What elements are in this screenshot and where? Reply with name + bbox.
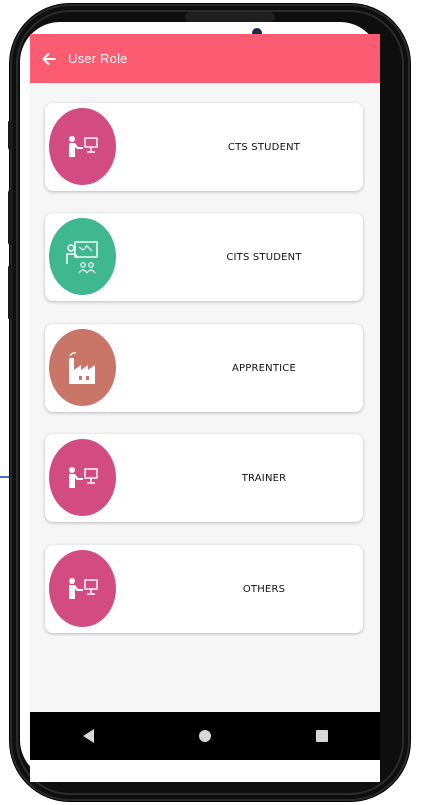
presenter-computer-icon xyxy=(49,550,116,627)
role-card-others[interactable]: OTHERS xyxy=(45,545,363,633)
presenter-computer-icon xyxy=(49,439,116,516)
presenter-computer-icon xyxy=(49,108,116,185)
side-button xyxy=(8,190,13,245)
role-label: OTHERS xyxy=(242,583,286,595)
role-label: APPRENTICE xyxy=(231,362,296,374)
role-label: CITS STUDENT xyxy=(226,251,302,263)
role-label: TRAINER xyxy=(241,472,287,484)
factory-icon xyxy=(49,329,116,406)
recent-square-icon[interactable] xyxy=(315,730,328,742)
role-card-apprentice[interactable]: APPRENTICE xyxy=(45,324,363,412)
system-nav-bar xyxy=(30,712,380,760)
stage: User Role CTS STUDENT CITS STUDENT APPRE… xyxy=(0,0,421,805)
app-bar: User Role xyxy=(30,34,380,83)
role-card-trainer[interactable]: TRAINER xyxy=(45,434,363,522)
classroom-teacher-icon xyxy=(49,218,116,295)
app-screen: User Role CTS STUDENT CITS STUDENT APPRE… xyxy=(30,34,380,712)
side-button xyxy=(8,265,13,320)
role-label: CTS STUDENT xyxy=(227,141,301,153)
back-arrow-icon[interactable] xyxy=(40,50,58,68)
screen-bottom-area xyxy=(30,760,380,782)
role-card-cits-student[interactable]: CITS STUDENT xyxy=(45,213,363,301)
speaker-notch xyxy=(185,12,275,22)
home-circle-icon[interactable] xyxy=(198,730,211,742)
back-triangle-icon[interactable] xyxy=(82,729,94,743)
side-button xyxy=(8,120,13,150)
page-title: User Role xyxy=(68,51,128,66)
back-arrow-svg xyxy=(42,52,56,65)
role-card-cts-student[interactable]: CTS STUDENT xyxy=(45,103,363,191)
